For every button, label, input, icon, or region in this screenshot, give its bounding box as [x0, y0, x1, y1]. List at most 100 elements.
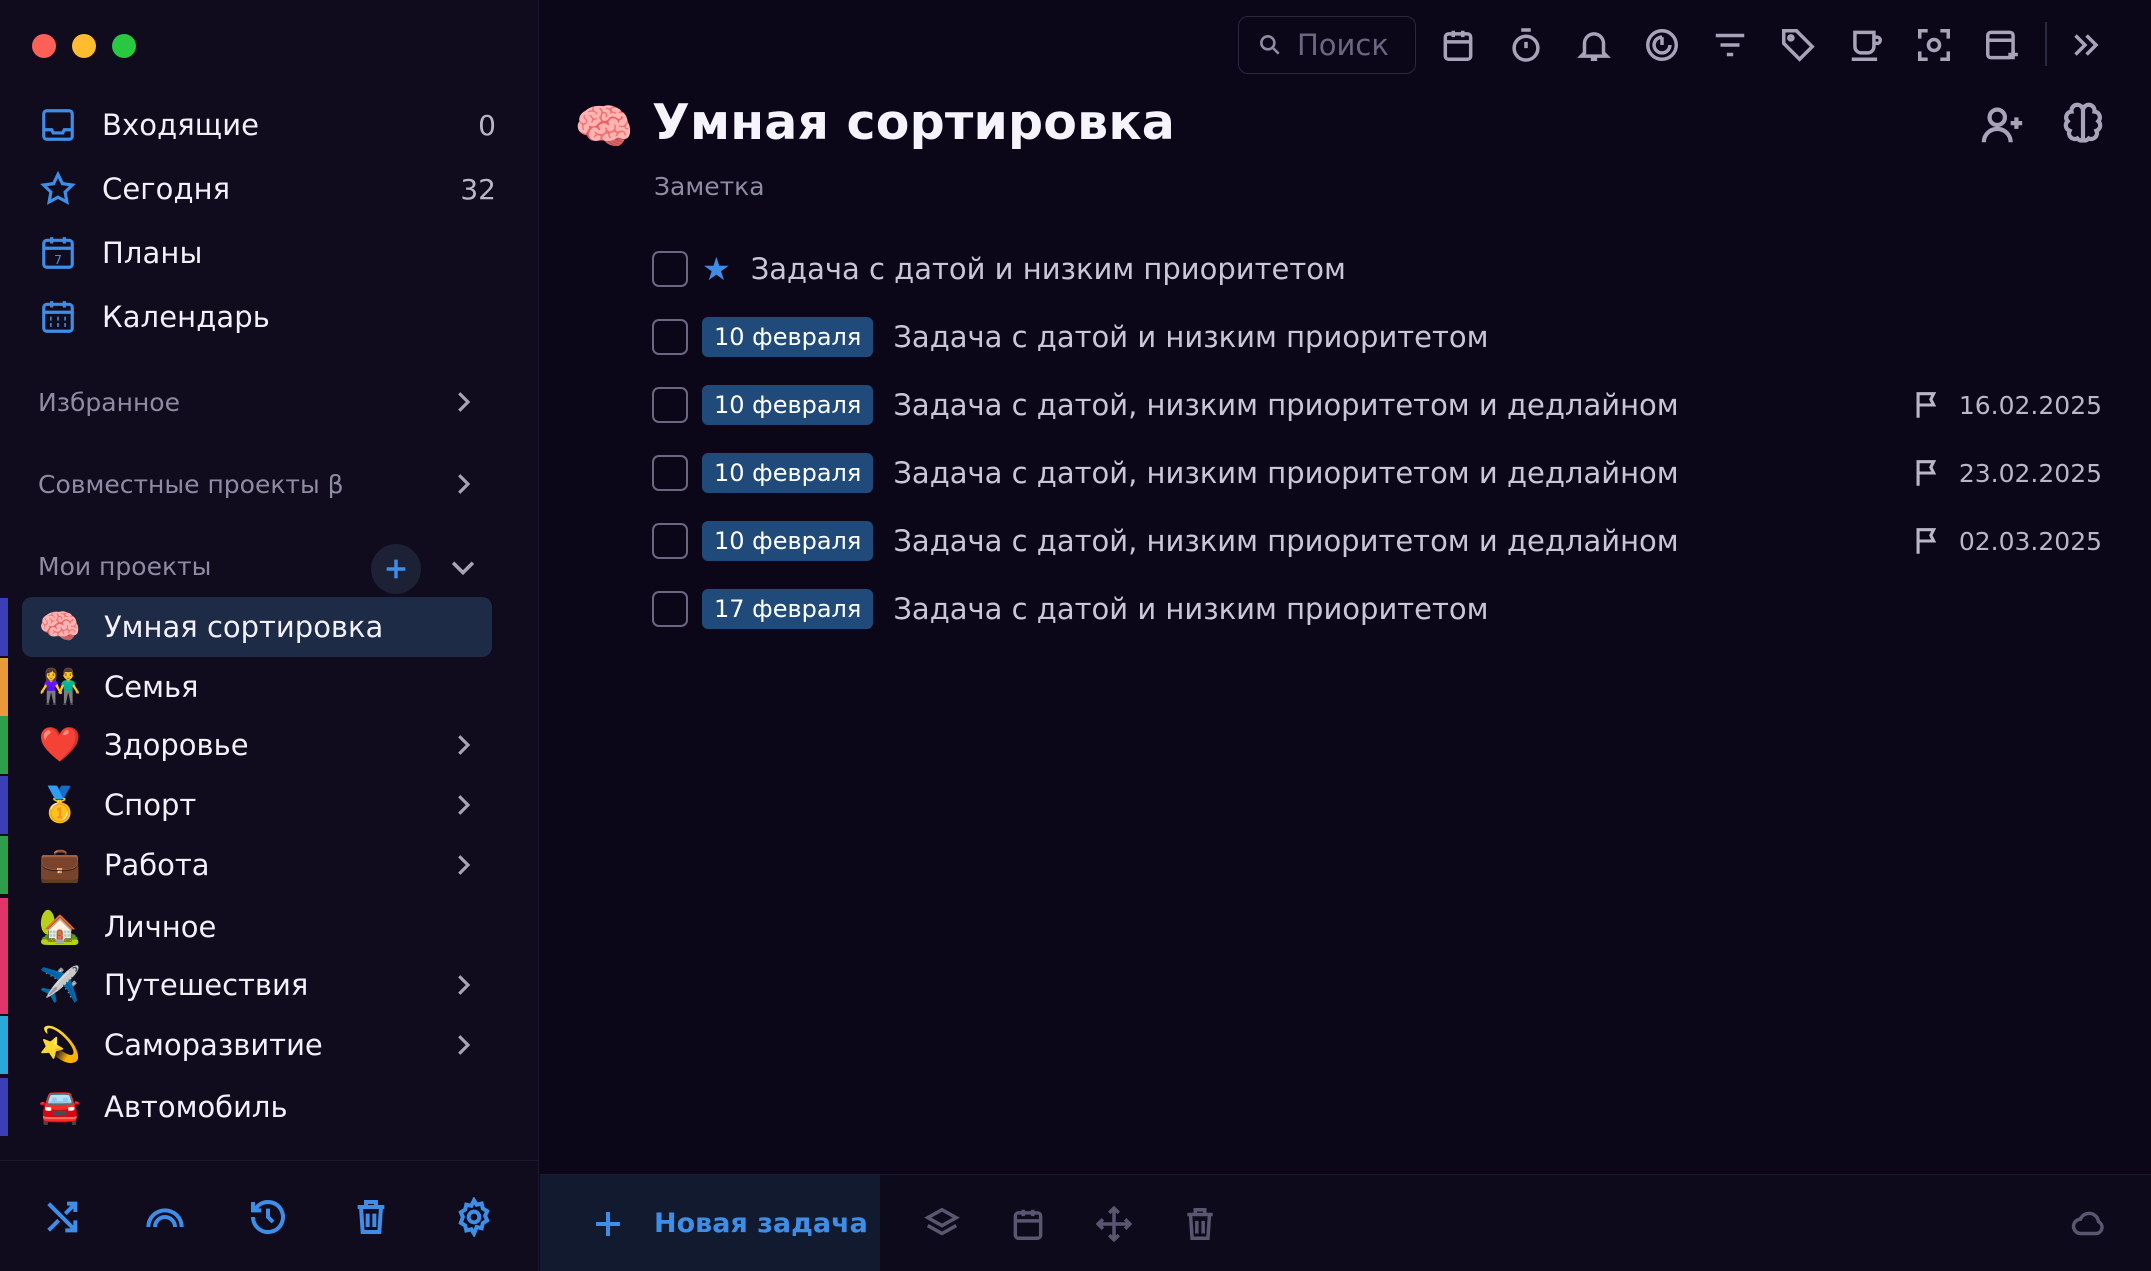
chevron-right-icon	[448, 387, 478, 417]
task-checkbox[interactable]	[652, 251, 688, 287]
favorites-section[interactable]: Избранное	[38, 377, 478, 427]
project-emoji: 💼	[38, 845, 82, 885]
screenshot-icon[interactable]	[1915, 26, 1953, 64]
project-item[interactable]: ✈️ Путешествия	[0, 956, 538, 1014]
project-color-bar	[0, 898, 8, 956]
move-icon[interactable]	[1095, 1205, 1133, 1243]
project-label: Умная сортировка	[104, 610, 384, 644]
task-checkbox[interactable]	[652, 319, 688, 355]
task-row[interactable]: 17 февраля Задача с датой и низким приори…	[652, 580, 2102, 638]
new-task-button[interactable]: Новая задача	[540, 1175, 880, 1271]
project-color-bar	[0, 776, 8, 834]
project-label: Спорт	[104, 788, 197, 822]
chevron-right-icon	[448, 1030, 478, 1060]
sidebar: Входящие 0 Сегодня 32 7 Планы Календарь …	[0, 0, 539, 1271]
task-row[interactable]: 10 февраля Задача с датой, низким приорит…	[652, 444, 2102, 502]
window-minimize-button[interactable]	[72, 34, 96, 58]
task-checkbox[interactable]	[652, 523, 688, 559]
focus-icon[interactable]	[1643, 26, 1681, 64]
collapse-projects-button[interactable]	[446, 550, 480, 584]
trash-icon[interactable]	[351, 1197, 391, 1237]
svg-text:7: 7	[54, 252, 62, 267]
project-color-bar	[0, 658, 8, 716]
project-emoji: 🏡	[38, 907, 82, 947]
main-panel: 🧠 Умная сортировка Заметка ★ Задача с дат…	[540, 0, 2151, 1271]
calendar-grid-icon	[36, 295, 80, 339]
add-project-button[interactable]	[371, 544, 421, 594]
task-row[interactable]: 10 февраля Задача с датой, низким приорит…	[652, 512, 2102, 570]
settings-icon[interactable]	[454, 1196, 494, 1239]
project-item[interactable]: 💫 Саморазвитие	[0, 1016, 538, 1074]
task-title[interactable]: Задача с датой и низким приоритетом	[893, 592, 1488, 626]
flag-icon	[1916, 528, 1937, 554]
project-item[interactable]: 🏡 Личное	[0, 898, 538, 956]
project-item[interactable]: 🧠 Умная сортировка	[0, 597, 538, 657]
task-title[interactable]: Задача с датой, низким приоритетом и дед…	[893, 388, 1678, 422]
window-zoom-button[interactable]	[112, 34, 136, 58]
shared-projects-section[interactable]: Совместные проекты β	[38, 459, 478, 509]
nav-today-label: Сегодня	[102, 172, 231, 206]
page-title: Умная сортировка	[652, 94, 1176, 151]
task-title[interactable]: Задача с датой и низким приоритетом	[893, 320, 1488, 354]
project-item[interactable]: 👫 Семья	[0, 658, 538, 716]
window-close-button[interactable]	[32, 34, 56, 58]
search-input[interactable]	[1297, 28, 1407, 62]
project-color-bar	[0, 598, 8, 656]
task-deadline[interactable]: 23.02.2025	[1911, 456, 2102, 490]
project-item[interactable]: 🥇 Спорт	[0, 776, 538, 834]
task-date-badge[interactable]: 10 февраля	[702, 521, 874, 561]
project-item[interactable]: ❤️ Здоровье	[0, 716, 538, 774]
project-item[interactable]: 💼 Работа	[0, 836, 538, 894]
chevron-right-icon	[448, 970, 478, 1000]
nav-inbox-count: 0	[478, 108, 496, 142]
tag-icon[interactable]	[1779, 26, 1817, 64]
filter-icon[interactable]	[1711, 26, 1749, 64]
task-row[interactable]: ★ Задача с датой и низким приоритетом	[652, 240, 2102, 298]
task-date-badge[interactable]: 10 февраля	[702, 385, 874, 425]
project-color-bar	[0, 1016, 8, 1074]
search-box[interactable]	[1238, 16, 1416, 74]
task-checkbox[interactable]	[652, 591, 688, 627]
layers-icon[interactable]	[923, 1205, 961, 1243]
chevron-down-icon	[451, 561, 475, 576]
shuffle-icon[interactable]	[42, 1197, 82, 1237]
project-label: Саморазвитие	[104, 1028, 323, 1062]
task-date-badge[interactable]: 10 февраля	[702, 317, 874, 357]
task-title[interactable]: Задача с датой, низким приоритетом и дед…	[893, 524, 1678, 558]
task-date-badge[interactable]: 10 февраля	[702, 453, 874, 493]
calendar-icon[interactable]	[1009, 1205, 1047, 1243]
task-deadline[interactable]: 02.03.2025	[1911, 524, 2102, 558]
task-title[interactable]: Задача с датой и низким приоритетом	[751, 252, 1346, 286]
task-checkbox[interactable]	[652, 455, 688, 491]
project-emoji: ✈️	[38, 965, 82, 1005]
add-window-icon[interactable]	[1983, 26, 2021, 64]
task-row[interactable]: 10 февраля Задача с датой и низким приори…	[652, 308, 2102, 366]
task-row[interactable]: 10 февраля Задача с датой, низким приорит…	[652, 376, 2102, 434]
inbox-icon	[36, 103, 80, 147]
timer-icon[interactable]	[1507, 26, 1545, 64]
task-date-badge[interactable]: 17 февраля	[702, 589, 874, 629]
nav-inbox[interactable]: Входящие 0	[36, 97, 506, 153]
chevron-right-icon	[448, 469, 478, 499]
sidebar-footer	[0, 1160, 538, 1271]
nav-calendar[interactable]: Календарь	[36, 289, 506, 345]
task-deadline[interactable]: 16.02.2025	[1911, 388, 2102, 422]
task-checkbox[interactable]	[652, 387, 688, 423]
coffee-icon[interactable]	[1847, 26, 1885, 64]
history-icon[interactable]	[248, 1197, 288, 1237]
project-label: Личное	[104, 910, 217, 944]
trash-icon[interactable]	[1181, 1205, 1219, 1243]
bell-icon[interactable]	[1575, 26, 1613, 64]
cloud-sync-icon[interactable]	[2070, 1205, 2108, 1243]
calendar-icon[interactable]	[1439, 26, 1477, 64]
nav-today[interactable]: Сегодня 32	[36, 161, 506, 217]
smart-brain-icon[interactable]	[2060, 102, 2106, 148]
page-subtitle[interactable]: Заметка	[654, 172, 765, 201]
task-title[interactable]: Задача с датой, низким приоритетом и дед…	[893, 456, 1678, 490]
rainbow-icon[interactable]	[145, 1197, 185, 1237]
add-member-icon[interactable]	[1980, 102, 2026, 148]
expand-icon[interactable]	[2066, 26, 2104, 64]
nav-calendar-label: Календарь	[102, 300, 270, 334]
project-item[interactable]: 🚘 Автомобиль	[0, 1078, 538, 1136]
nav-plans[interactable]: 7 Планы	[36, 225, 506, 281]
